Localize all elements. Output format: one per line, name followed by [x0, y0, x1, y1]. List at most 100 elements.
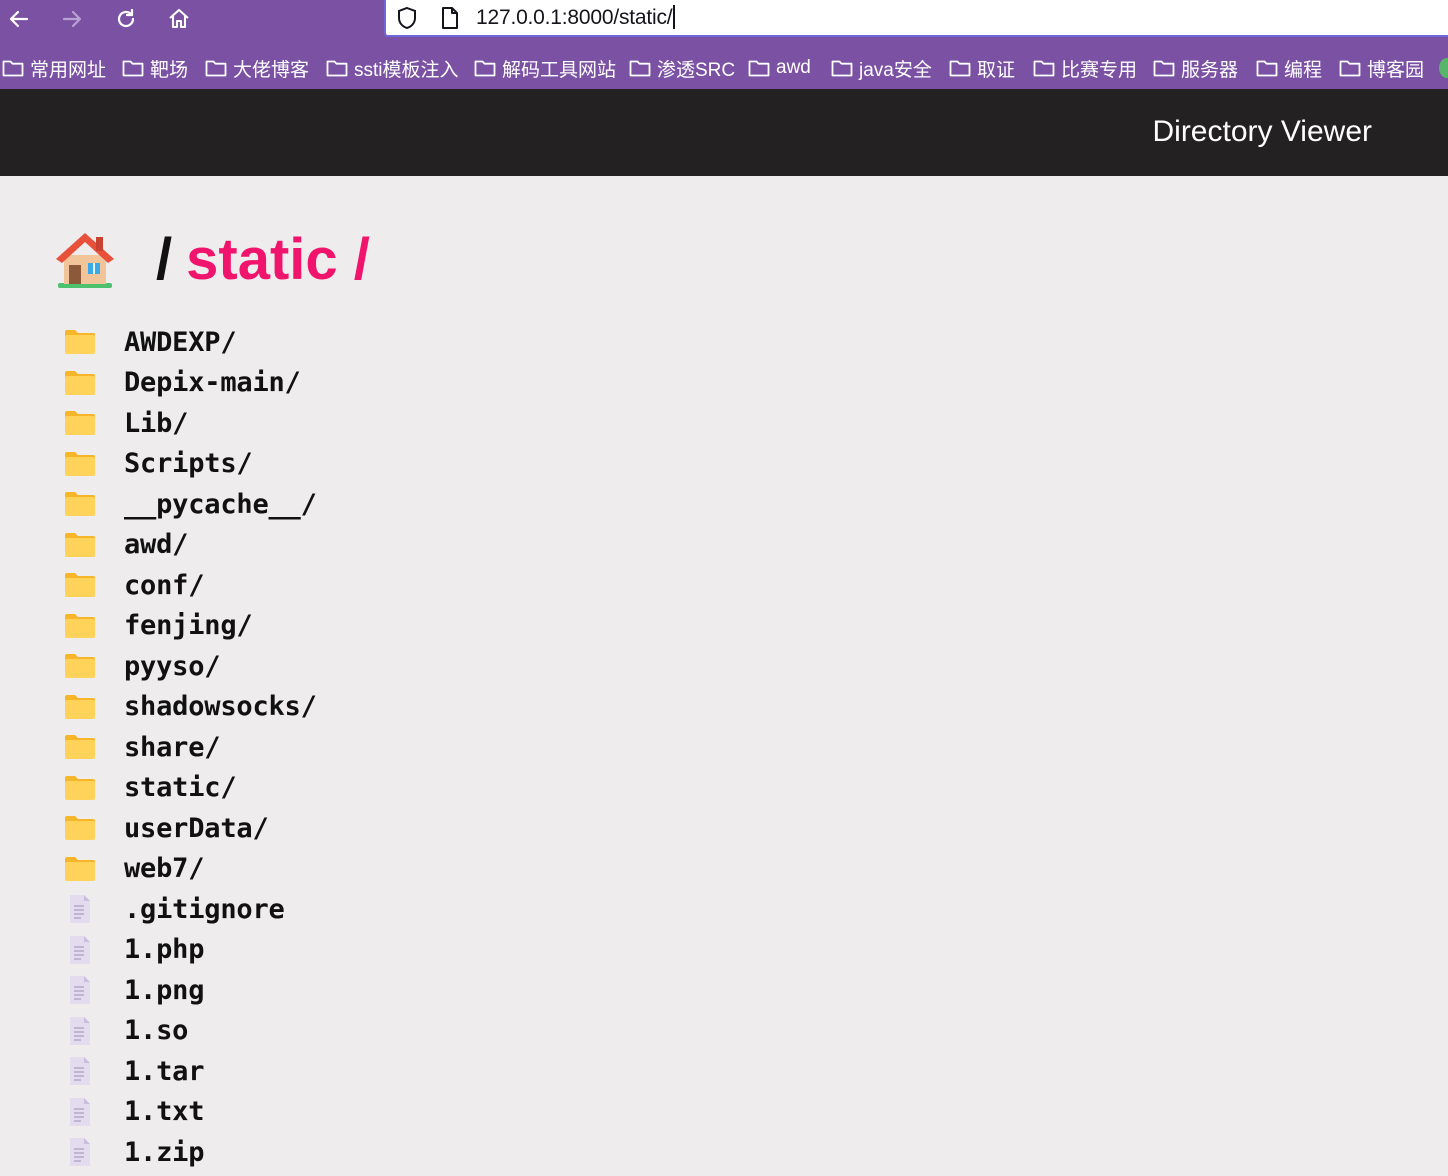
overflow-icon[interactable] [1439, 58, 1448, 78]
bookmark-folder[interactable]: ssti模板注入 [326, 54, 459, 82]
folder-entry[interactable]: static/ [62, 768, 762, 809]
file-icon [62, 1095, 98, 1129]
entry-name[interactable]: conf/ [124, 570, 204, 601]
address-bar[interactable]: 127.0.0.1:8000/static/ [384, 0, 1448, 37]
bookmark-folder[interactable]: 取证 [949, 54, 1015, 82]
folder-entry[interactable]: awd/ [62, 525, 762, 566]
bookmark-folder[interactable]: 常用网址 [2, 54, 106, 82]
bookmark-folder[interactable]: 编程 [1256, 54, 1322, 82]
bookmark-label: ssti模板注入 [354, 59, 459, 81]
folder-entry[interactable]: fenjing/ [62, 606, 762, 647]
bookmark-label: 服务器 [1181, 59, 1239, 81]
folder-entry[interactable]: Lib/ [62, 403, 762, 444]
entry-name[interactable]: Lib/ [124, 408, 188, 439]
entry-name[interactable]: fenjing/ [124, 610, 253, 641]
file-entry[interactable]: 1.php [62, 930, 762, 971]
folder-icon [62, 528, 98, 562]
entry-name[interactable]: Scripts/ [124, 448, 253, 479]
folder-entry[interactable]: web7/ [62, 849, 762, 890]
file-entry[interactable]: 1.zip [62, 1132, 762, 1173]
folder-icon [62, 366, 98, 400]
folder-entry[interactable]: AWDEXP/ [62, 322, 762, 363]
bookmark-folder[interactable]: 靶场 [122, 54, 188, 82]
entry-name[interactable]: 1.zip [124, 1137, 204, 1168]
folder-icon [62, 649, 98, 683]
folder-outline-icon [474, 60, 496, 77]
forward-button[interactable] [55, 3, 89, 35]
folder-entry[interactable]: conf/ [62, 565, 762, 606]
folder-icon [62, 811, 98, 845]
bookmark-folder[interactable]: java安全 [831, 54, 932, 82]
file-icon [62, 1054, 98, 1088]
breadcrumb-current-dir[interactable]: static / [186, 226, 370, 293]
folder-icon [62, 406, 98, 440]
entry-name[interactable]: web7/ [124, 853, 204, 884]
bookmark-label: 解码工具网站 [502, 59, 617, 81]
breadcrumb-separator: / [156, 226, 173, 292]
folder-entry[interactable]: share/ [62, 727, 762, 768]
bookmark-label: 大佬博客 [233, 59, 310, 81]
arrow-left-icon [9, 10, 29, 28]
folder-entry[interactable]: __pycache__/ [62, 484, 762, 525]
reload-button[interactable] [109, 3, 143, 35]
entry-name[interactable]: 1.txt [124, 1096, 204, 1127]
breadcrumb: / static / [52, 224, 370, 294]
folder-outline-icon [2, 60, 24, 77]
bookmark-folder[interactable]: 解码工具网站 [474, 54, 616, 82]
navigation-bar: 127.0.0.1:8000/static/ [0, 0, 1448, 40]
entry-name[interactable]: .gitignore [124, 894, 285, 925]
file-entry[interactable]: 1.tar [62, 1051, 762, 1092]
folder-entry[interactable]: pyyso/ [62, 646, 762, 687]
file-icon [62, 933, 98, 967]
folder-outline-icon [1339, 60, 1361, 77]
entry-name[interactable]: AWDEXP/ [124, 327, 237, 358]
house-icon[interactable] [52, 227, 116, 291]
bookmark-folder[interactable]: 服务器 [1153, 54, 1238, 82]
page-icon[interactable] [440, 6, 460, 30]
folder-outline-icon [326, 60, 348, 77]
shield-icon[interactable] [396, 6, 418, 30]
url-input[interactable]: 127.0.0.1:8000/static/ [476, 5, 675, 30]
bookmark-label: 博客园 [1367, 59, 1425, 81]
bookmark-folder[interactable]: 博客园 [1339, 54, 1424, 82]
file-entry[interactable]: 1.so [62, 1011, 762, 1052]
folder-outline-icon [122, 60, 144, 77]
folder-entry[interactable]: userData/ [62, 808, 762, 849]
bookmark-folder[interactable]: awd [748, 54, 811, 82]
folder-entry[interactable]: shadowsocks/ [62, 687, 762, 728]
bookmark-label: 渗透SRC [657, 59, 736, 81]
file-entry[interactable]: .gitignore [62, 889, 762, 930]
bookmark-folder[interactable]: 大佬博客 [205, 54, 309, 82]
entry-name[interactable]: awd/ [124, 529, 188, 560]
back-button[interactable] [2, 3, 36, 35]
folder-outline-icon [1033, 60, 1055, 77]
folder-icon [62, 690, 98, 724]
entry-name[interactable]: Depix-main/ [124, 367, 301, 398]
site-title: Directory Viewer [1152, 115, 1372, 148]
file-entry[interactable]: 1.png [62, 970, 762, 1011]
entry-name[interactable]: 1.php [124, 934, 204, 965]
entry-name[interactable]: share/ [124, 732, 221, 763]
bookmark-folder[interactable]: 渗透SRC [629, 54, 735, 82]
folder-entry[interactable]: Scripts/ [62, 444, 762, 485]
bookmark-label: java安全 [859, 59, 932, 81]
bookmark-folder[interactable]: 比赛专用 [1033, 54, 1137, 82]
entry-name[interactable]: 1.tar [124, 1056, 204, 1087]
entry-name[interactable]: userData/ [124, 813, 269, 844]
file-icon [62, 973, 98, 1007]
home-button[interactable] [162, 3, 196, 35]
entry-name[interactable]: __pycache__/ [124, 489, 317, 520]
folder-icon [62, 609, 98, 643]
folder-entry[interactable]: Depix-main/ [62, 363, 762, 404]
entry-name[interactable]: 1.png [124, 975, 204, 1006]
bookmarks-bar: 常用网址 靶场 大佬博客 ssti模板注入 解码工具网站 渗透SRC awd java安全 取证… [0, 50, 1448, 84]
folder-outline-icon [1153, 60, 1175, 77]
bookmark-label: 靶场 [150, 59, 189, 81]
file-entry[interactable]: 1.txt [62, 1092, 762, 1133]
entry-name[interactable]: shadowsocks/ [124, 691, 317, 722]
entry-name[interactable]: 1.so [124, 1015, 188, 1046]
entry-name[interactable]: static/ [124, 772, 237, 803]
folder-outline-icon [831, 60, 853, 77]
folder-icon [62, 568, 98, 602]
entry-name[interactable]: pyyso/ [124, 651, 221, 682]
